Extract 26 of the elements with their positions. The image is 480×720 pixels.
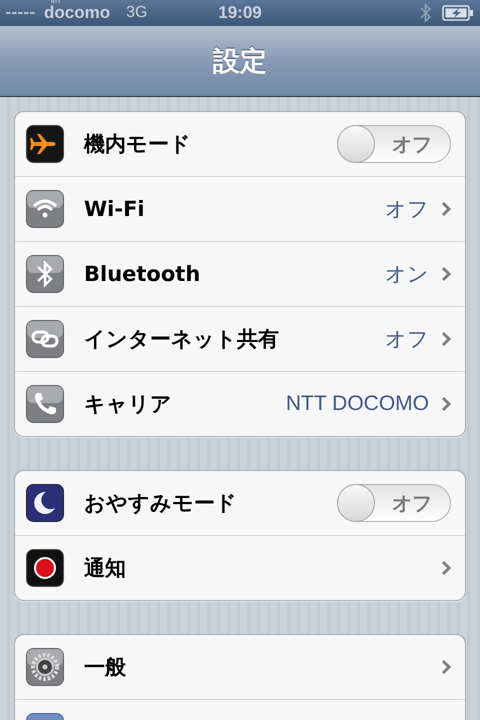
toggle-switch[interactable]: オフ [337, 484, 451, 522]
row-label: 一般 [84, 654, 126, 681]
row-label: Wi-Fi [84, 197, 145, 221]
settings-row[interactable]: 一般 [15, 635, 465, 699]
carrier-name: docomo [44, 3, 110, 23]
row-label: Bluetooth [84, 262, 200, 286]
settings-row[interactable]: おやすみモード オフ [15, 471, 465, 535]
row-label: インターネット共有 [84, 326, 279, 353]
settings-row[interactable]: Bluetooth オン [15, 241, 465, 306]
settings-row[interactable]: 通知 [15, 535, 465, 600]
row-value: オフ [385, 327, 429, 353]
row-value: オン [385, 262, 429, 288]
settings-row[interactable]: 機内モード オフ [15, 112, 465, 176]
row-value: オフ [385, 197, 429, 223]
toggle-switch[interactable]: オフ [337, 125, 451, 163]
clock: 19:09 [217, 3, 263, 23]
row-label: 通知 [84, 555, 126, 582]
screen-title: 設定 [213, 45, 267, 79]
row-label: おやすみモード [84, 490, 237, 517]
settings-row[interactable]: インターネット共有 オフ [15, 306, 465, 371]
settings-row[interactable]: キャリア NTT DOCOMO [15, 371, 465, 436]
network-type: 3G [126, 4, 148, 22]
settings-row[interactable]: Wi-Fi オフ [15, 176, 465, 241]
row-label: キャリア [84, 391, 172, 418]
row-label: 機内モード [84, 131, 191, 158]
row-value: NTT DOCOMO [286, 392, 429, 416]
